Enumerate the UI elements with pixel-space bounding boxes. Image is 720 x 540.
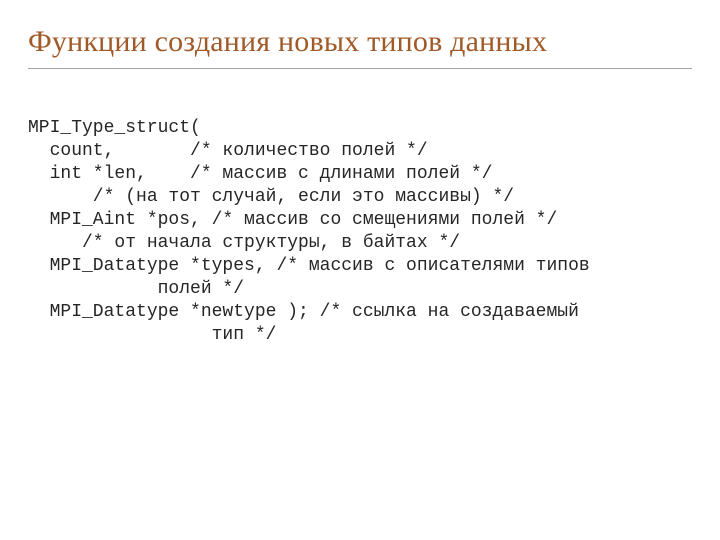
code-line: полей */ bbox=[28, 279, 244, 299]
code-line: /* (на тот случай, если это массивы) */ bbox=[28, 187, 514, 207]
code-line: MPI_Aint *pos, /* массив со смещениями п… bbox=[28, 210, 557, 230]
slide: Функции создания новых типов данных MPI_… bbox=[0, 0, 720, 540]
code-line: MPI_Datatype *newtype ); /* ссылка на со… bbox=[28, 302, 579, 322]
code-line: тип */ bbox=[28, 325, 276, 345]
code-line: count, /* количество полей */ bbox=[28, 141, 428, 161]
code-line: /* от начала структуры, в байтах */ bbox=[28, 233, 460, 253]
code-line: MPI_Type_struct( bbox=[28, 118, 201, 138]
code-block: MPI_Type_struct( count, /* количество по… bbox=[28, 117, 692, 347]
code-line: int *len, /* массив с длинами полей */ bbox=[28, 164, 492, 184]
code-line: MPI_Datatype *types, /* массив с описате… bbox=[28, 256, 590, 276]
title-rule bbox=[28, 68, 692, 69]
slide-title: Функции создания новых типов данных bbox=[28, 24, 692, 60]
